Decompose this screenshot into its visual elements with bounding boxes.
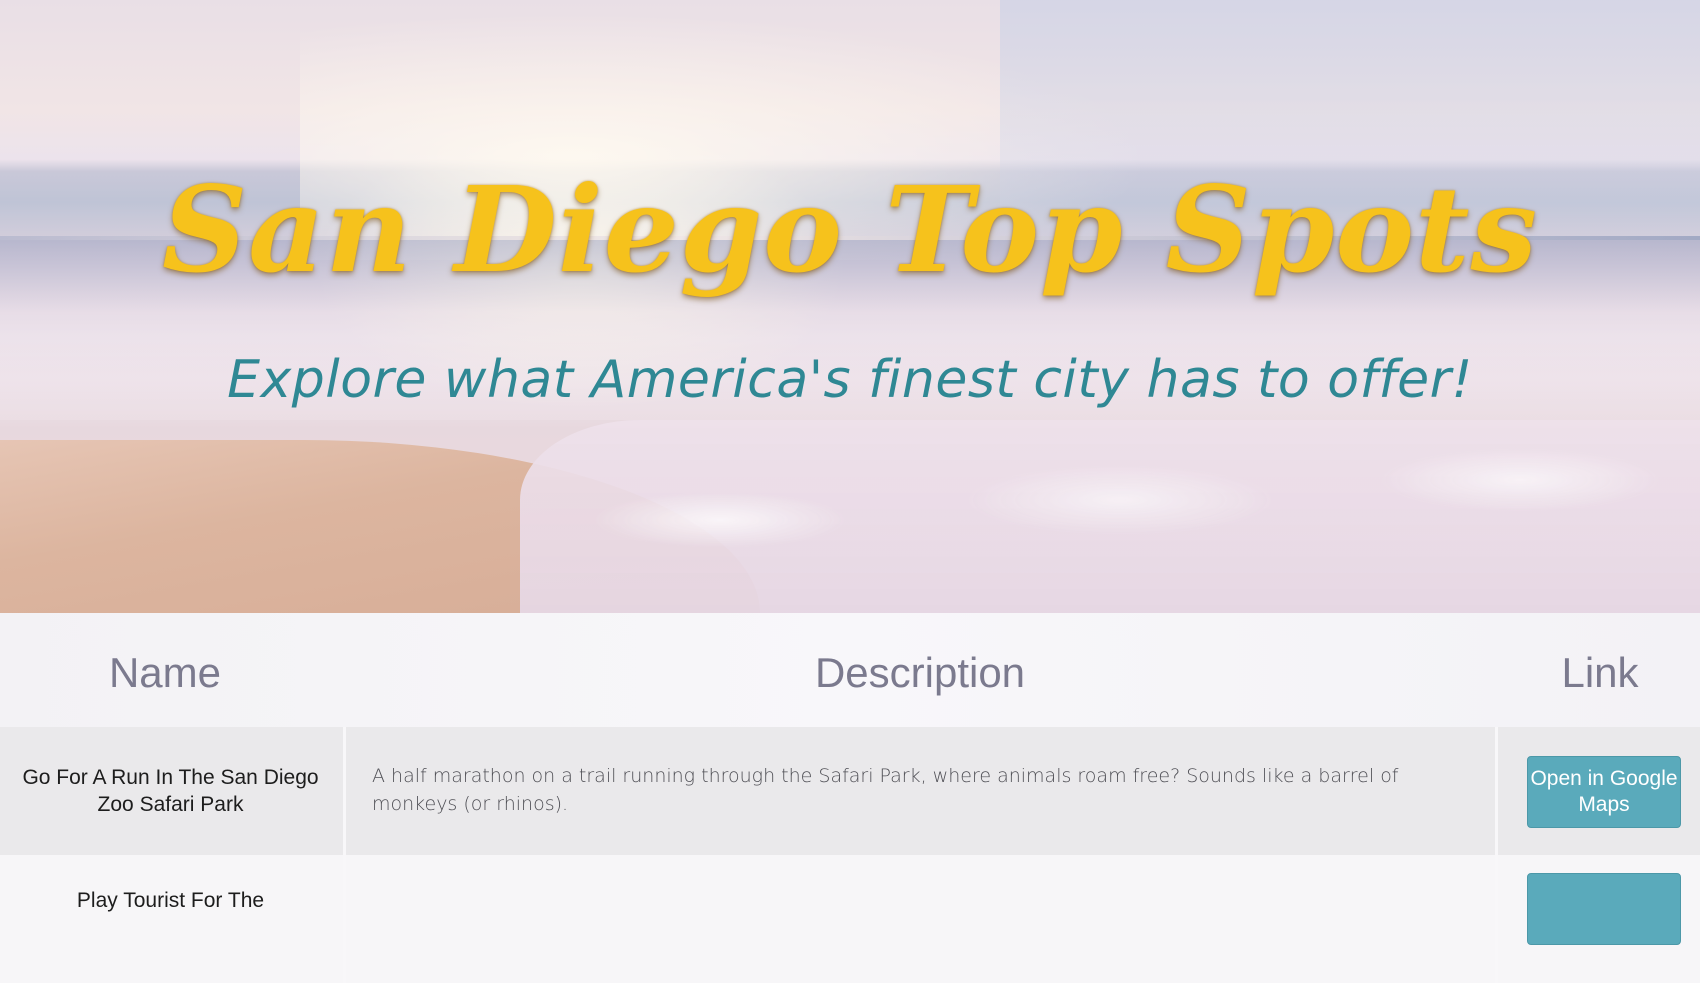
spots-table: Name Description Link Go For A Run In Th… — [0, 613, 1700, 983]
table-row: Play Tourist For The — [0, 855, 1700, 983]
spot-description — [343, 855, 1498, 983]
table-row: Go For A Run In The San Diego Zoo Safari… — [0, 727, 1700, 855]
header-description: Description — [814, 649, 1026, 696]
spot-name: Play Tourist For The — [76, 889, 265, 912]
header-link: Link — [1561, 649, 1639, 696]
spot-link-cell — [1500, 855, 1700, 983]
page-subtitle: Explore what America's finest city has t… — [227, 350, 1473, 410]
spot-name: Go For A Run In The San Diego Zoo Safari… — [22, 765, 319, 816]
open-in-google-maps-button[interactable]: Open in Google Maps — [1527, 756, 1681, 828]
table-header: Name Description Link — [0, 613, 1700, 727]
spot-link-cell: Open in Google Maps — [1500, 727, 1700, 855]
header-name: Name — [108, 649, 222, 696]
open-in-google-maps-button[interactable] — [1527, 873, 1681, 945]
hero-banner: San Diego Top Spots Explore what America… — [0, 0, 1700, 613]
page-title: San Diego Top Spots — [162, 160, 1538, 299]
wave-foam — [520, 420, 1700, 613]
spot-description: A half marathon on a trail running throu… — [343, 727, 1498, 855]
